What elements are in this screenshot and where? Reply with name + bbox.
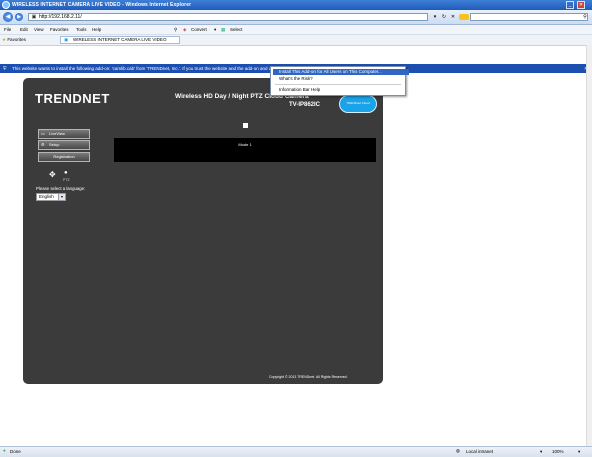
menu-item-install-addon[interactable]: Install This Add-on for All Users on Thi…: [273, 69, 409, 75]
close-icon[interactable]: ✕: [577, 1, 585, 9]
ie-logo-icon: [2, 1, 10, 9]
convert-button[interactable]: Convert: [191, 27, 207, 32]
ptz-arrows-icon[interactable]: ✥: [49, 170, 56, 179]
browser-tab[interactable]: ▣ WIRELESS INTERNET CAMERA LIVE VIDEO: [60, 36, 180, 44]
back-icon[interactable]: ◀: [3, 12, 13, 22]
menu-tools[interactable]: Tools: [76, 27, 87, 32]
menu-view[interactable]: View: [34, 27, 44, 32]
addon-context-menu: Install This Add-on for All Users on Thi…: [270, 66, 409, 96]
model-number: TV-IP862IC: [289, 102, 321, 108]
chevron-down-icon: ▾: [58, 194, 65, 200]
menu-file[interactable]: File: [4, 27, 11, 32]
star-icon: ★: [2, 37, 7, 42]
camera-panel: TRENDNET Wireless HD Day / Night PTZ Clo…: [23, 78, 383, 384]
favorites-label: Favorites: [7, 37, 26, 42]
zone-text: Local intranet: [466, 449, 494, 454]
language-select[interactable]: English ▾: [36, 193, 66, 201]
registration-label: Registration: [53, 154, 75, 159]
video-toggle-icon[interactable]: [243, 123, 248, 128]
protected-mode-icon: ▾: [540, 449, 543, 454]
navigation-bar: ◀ ▶ ▣ http://192.168.2.11/ ▾ ↻ ✕ ⚲: [0, 10, 592, 25]
registration-button[interactable]: Registration: [38, 152, 90, 162]
gear-icon: ⚙: [41, 142, 45, 147]
menu-item-whats-the-risk[interactable]: What's the Risk?: [273, 76, 409, 82]
setup-button[interactable]: ⚙ Setup: [38, 140, 90, 150]
search-provider-icon[interactable]: [459, 14, 469, 20]
menu-edit[interactable]: Edit: [20, 27, 28, 32]
zoom-dropdown-icon[interactable]: ▾: [578, 449, 580, 455]
convert-icon: ◈: [183, 27, 187, 32]
copyright-text: Copyright © 2013 TRENDnet. All Rights Re…: [269, 375, 348, 379]
ptz-label: PTZ: [63, 178, 70, 182]
camera-icon: ▭: [41, 131, 45, 136]
liveview-button[interactable]: ▭ LiveView: [38, 129, 90, 139]
compat-icon[interactable]: ▾: [432, 14, 438, 20]
search-input[interactable]: [470, 13, 588, 21]
zoom-level[interactable]: 100%: [552, 449, 564, 454]
cloud-badge: TRENDnet Cloud: [339, 95, 377, 113]
forward-icon[interactable]: ▶: [15, 13, 23, 21]
cloud-badge-label: TRENDnet Cloud: [346, 101, 370, 105]
page-icon: ▣: [31, 14, 37, 20]
status-text: Done: [10, 449, 21, 454]
tab-title: WIRELESS INTERNET CAMERA LIVE VIDEO: [73, 37, 167, 42]
menu-separator: [275, 84, 401, 85]
liveview-label: LiveView: [49, 131, 65, 136]
ptz-dot-icon[interactable]: ●: [64, 170, 68, 176]
language-label: Please select a language:: [36, 186, 86, 191]
setup-label: Setup: [49, 142, 60, 147]
zone-icon: ◍: [456, 448, 460, 453]
video-mode-label: Mode 1: [238, 142, 252, 147]
search-tool-icon[interactable]: ⚲: [174, 27, 177, 33]
refresh-icon[interactable]: ↻: [441, 14, 447, 20]
convert-dropdown-icon[interactable]: ▾: [214, 27, 216, 33]
language-value: English: [39, 194, 54, 199]
done-icon: ●: [3, 448, 6, 453]
trendnet-logo: TRENDNET: [35, 91, 110, 106]
video-display[interactable]: Mode 1: [114, 138, 376, 162]
search-icon[interactable]: ⚲: [582, 14, 588, 20]
menu-help[interactable]: Help: [92, 27, 101, 32]
window-title: WIRELESS INTERNET CAMERA LIVE VIDEO - Wi…: [12, 2, 192, 8]
window-title-bar: WIRELESS INTERNET CAMERA LIVE VIDEO - Wi…: [0, 0, 592, 10]
vertical-scrollbar[interactable]: [586, 45, 592, 446]
info-shield-icon: ⛨: [3, 66, 7, 71]
menu-bar: File Edit View Favorites Tools Help ⚲ ◈ …: [0, 25, 592, 35]
status-bar: ● Done ◍ Local intranet ▾ 100% ▾: [0, 446, 592, 457]
address-bar[interactable]: ▣ http://192.168.2.11/: [28, 13, 428, 21]
menu-item-infobar-help[interactable]: Information Bar Help: [273, 87, 409, 93]
select-button[interactable]: Select: [230, 27, 243, 32]
menu-favorites[interactable]: Favorites: [50, 27, 69, 32]
stop-icon[interactable]: ✕: [450, 14, 456, 20]
select-icon: ▦: [221, 27, 226, 32]
address-host: http://192.168.2.11/: [39, 14, 82, 20]
tab-page-icon: ▣: [64, 37, 69, 42]
minimize-icon[interactable]: _: [566, 1, 574, 9]
favorites-button[interactable]: ★ Favorites: [2, 37, 26, 43]
favorites-bar: ★ Favorites ▣ WIRELESS INTERNET CAMERA L…: [0, 35, 592, 46]
